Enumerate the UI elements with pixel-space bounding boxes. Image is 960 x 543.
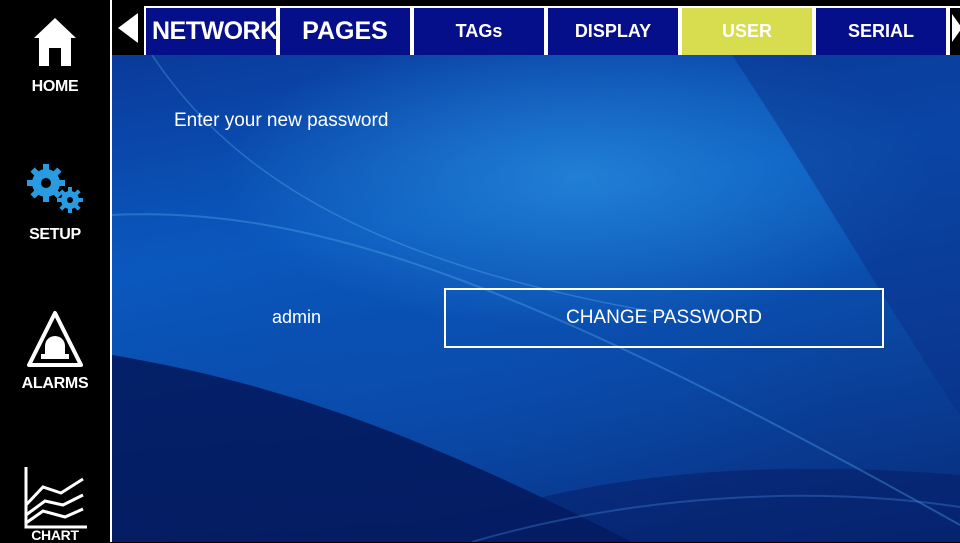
- tab-display[interactable]: DISPLAY: [546, 6, 680, 55]
- tab-bar: NETWORK PAGES TAGs DISPLAY USER SERIAL: [112, 0, 960, 55]
- tab-pages[interactable]: PAGES: [278, 6, 412, 55]
- tab-serial[interactable]: SERIAL: [814, 6, 948, 55]
- triangle-right-icon[interactable]: [952, 14, 960, 42]
- alarm-beacon-icon: [27, 311, 83, 367]
- sidebar-item-home-label: HOME: [31, 78, 79, 95]
- user-panel: Enter your new password admin CHANGE PAS…: [112, 55, 960, 542]
- username-value: admin: [272, 307, 322, 327]
- sidebar-item-chart-label: CHART: [31, 527, 79, 543]
- change-password-button[interactable]: CHANGE PASSWORD: [444, 288, 884, 348]
- gears-icon: [27, 164, 83, 213]
- sidebar-item-alarms-label: ALARMS: [21, 375, 89, 392]
- home-icon: [34, 18, 76, 66]
- tab-user[interactable]: USER: [680, 6, 814, 55]
- sidebar-item-home[interactable]: HOME: [0, 0, 110, 110]
- sidebar-item-setup-label: SETUP: [29, 226, 81, 243]
- sidebar-item-alarms[interactable]: ALARMS: [0, 300, 110, 410]
- tab-network[interactable]: NETWORK: [144, 6, 278, 55]
- triangle-left-icon[interactable]: [118, 13, 138, 43]
- sidebar-item-chart[interactable]: CHART: [0, 455, 110, 543]
- sidebar-item-setup[interactable]: SETUP: [0, 150, 110, 260]
- chart-icon: [24, 467, 87, 529]
- tab-tags[interactable]: TAGs: [412, 6, 546, 55]
- sidebar: HOME SETUP ALARMS CHART: [0, 0, 112, 543]
- password-prompt: Enter your new password: [174, 110, 389, 131]
